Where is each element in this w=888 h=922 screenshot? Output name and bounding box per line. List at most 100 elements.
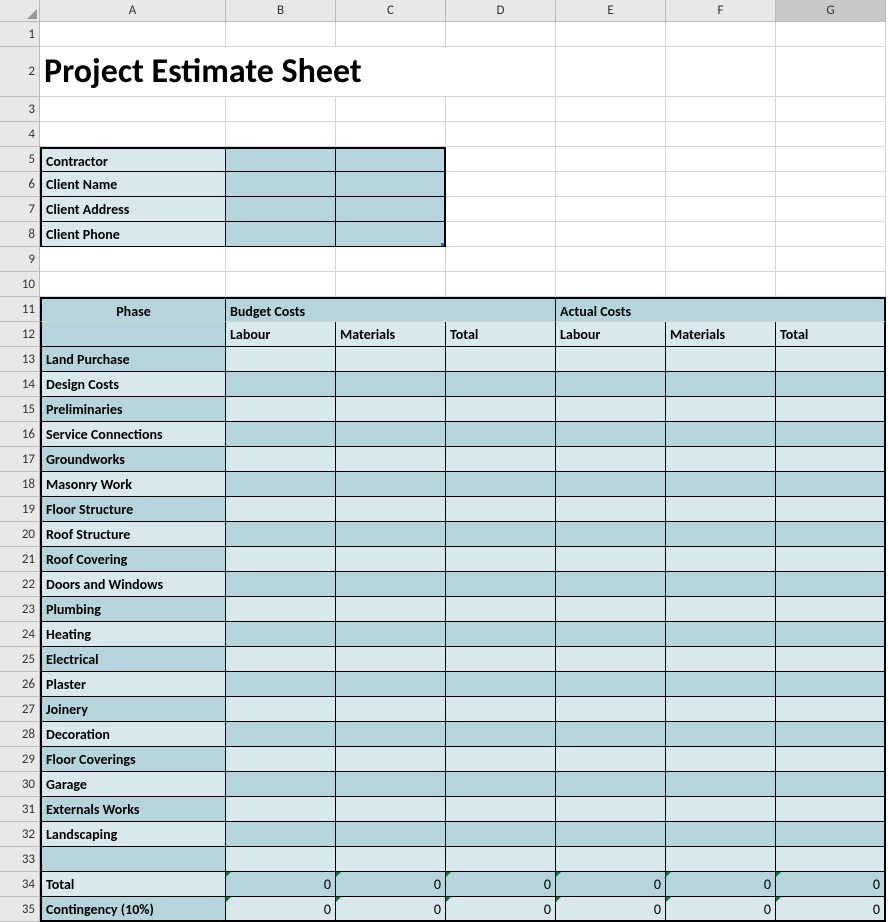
phase-value[interactable] [446, 672, 556, 697]
row-header-20[interactable]: 20 [0, 522, 40, 547]
row-header-29[interactable]: 29 [0, 747, 40, 772]
phase-value[interactable] [336, 647, 446, 672]
phase-value[interactable] [226, 422, 336, 447]
cell[interactable] [776, 847, 886, 872]
cell[interactable] [226, 122, 336, 147]
phase-value[interactable] [446, 447, 556, 472]
cell[interactable] [666, 197, 776, 222]
row-header-9[interactable]: 9 [0, 247, 40, 272]
phase-value[interactable] [776, 722, 886, 747]
phase-value[interactable] [666, 522, 776, 547]
row-header-2[interactable]: 2 [0, 47, 40, 97]
phase-value[interactable] [446, 697, 556, 722]
phase-value[interactable] [446, 572, 556, 597]
contingency-value[interactable]: 0 [336, 897, 446, 922]
phase-value[interactable] [446, 772, 556, 797]
row-header-7[interactable]: 7 [0, 197, 40, 222]
col-header-G[interactable]: G [776, 0, 886, 22]
phase-value[interactable] [556, 822, 666, 847]
phase-value[interactable] [556, 747, 666, 772]
row-header-26[interactable]: 26 [0, 672, 40, 697]
client-info-value[interactable] [336, 222, 446, 247]
row-header-19[interactable]: 19 [0, 497, 40, 522]
cell[interactable] [776, 22, 886, 47]
phase-value[interactable] [446, 647, 556, 672]
row-header-30[interactable]: 30 [0, 772, 40, 797]
select-all-corner[interactable] [0, 0, 40, 22]
row-header-21[interactable]: 21 [0, 547, 40, 572]
cell[interactable] [336, 122, 446, 147]
phase-value[interactable] [336, 447, 446, 472]
phase-value[interactable] [446, 597, 556, 622]
phase-value[interactable] [556, 472, 666, 497]
cell[interactable] [666, 47, 776, 97]
phase-value[interactable] [556, 722, 666, 747]
row-header-34[interactable]: 34 [0, 872, 40, 897]
cell[interactable] [666, 22, 776, 47]
contingency-value[interactable]: 0 [776, 897, 886, 922]
phase-value[interactable] [446, 347, 556, 372]
cell[interactable] [40, 22, 226, 47]
phase-value[interactable] [666, 747, 776, 772]
phase-value[interactable] [556, 772, 666, 797]
phase-value[interactable] [226, 547, 336, 572]
cell[interactable] [776, 47, 886, 97]
phase-value[interactable] [446, 472, 556, 497]
total-value[interactable]: 0 [556, 872, 666, 897]
client-info-value[interactable] [336, 197, 446, 222]
contingency-value[interactable]: 0 [226, 897, 336, 922]
row-header-33[interactable]: 33 [0, 847, 40, 872]
row-header-17[interactable]: 17 [0, 447, 40, 472]
phase-value[interactable] [226, 697, 336, 722]
total-value[interactable]: 0 [446, 872, 556, 897]
col-header-F[interactable]: F [666, 0, 776, 22]
cell[interactable] [666, 122, 776, 147]
row-header-18[interactable]: 18 [0, 472, 40, 497]
phase-value[interactable] [556, 697, 666, 722]
phase-value[interactable] [776, 822, 886, 847]
phase-value[interactable] [556, 572, 666, 597]
col-header-A[interactable]: A [40, 0, 226, 22]
phase-value[interactable] [226, 347, 336, 372]
phase-value[interactable] [776, 647, 886, 672]
phase-value[interactable] [776, 397, 886, 422]
row-header-28[interactable]: 28 [0, 722, 40, 747]
contingency-value[interactable]: 0 [556, 897, 666, 922]
phase-value[interactable] [226, 372, 336, 397]
cell[interactable] [446, 172, 556, 197]
phase-value[interactable] [666, 722, 776, 747]
phase-value[interactable] [666, 647, 776, 672]
phase-value[interactable] [776, 497, 886, 522]
cell[interactable] [776, 147, 886, 172]
cell[interactable] [446, 122, 556, 147]
phase-value[interactable] [776, 597, 886, 622]
phase-value[interactable] [446, 522, 556, 547]
phase-value[interactable] [556, 447, 666, 472]
phase-value[interactable] [226, 472, 336, 497]
cell[interactable] [336, 847, 446, 872]
phase-value[interactable] [556, 797, 666, 822]
phase-value[interactable] [336, 472, 446, 497]
row-header-5[interactable]: 5 [0, 147, 40, 172]
cell[interactable] [336, 97, 446, 122]
row-header-31[interactable]: 31 [0, 797, 40, 822]
phase-value[interactable] [446, 397, 556, 422]
cell[interactable] [556, 122, 666, 147]
phase-value[interactable] [776, 697, 886, 722]
phase-value[interactable] [776, 572, 886, 597]
contingency-value[interactable]: 0 [666, 897, 776, 922]
phase-value[interactable] [336, 747, 446, 772]
phase-value[interactable] [666, 672, 776, 697]
row-header-25[interactable]: 25 [0, 647, 40, 672]
cell[interactable] [226, 22, 336, 47]
cell[interactable] [776, 247, 886, 272]
row-header-32[interactable]: 32 [0, 822, 40, 847]
client-info-value[interactable] [226, 197, 336, 222]
cell[interactable] [776, 172, 886, 197]
cell[interactable] [556, 97, 666, 122]
cell[interactable] [40, 272, 226, 297]
cell[interactable] [666, 147, 776, 172]
phase-value[interactable] [556, 422, 666, 447]
phase-value[interactable] [666, 572, 776, 597]
phase-value[interactable] [776, 522, 886, 547]
